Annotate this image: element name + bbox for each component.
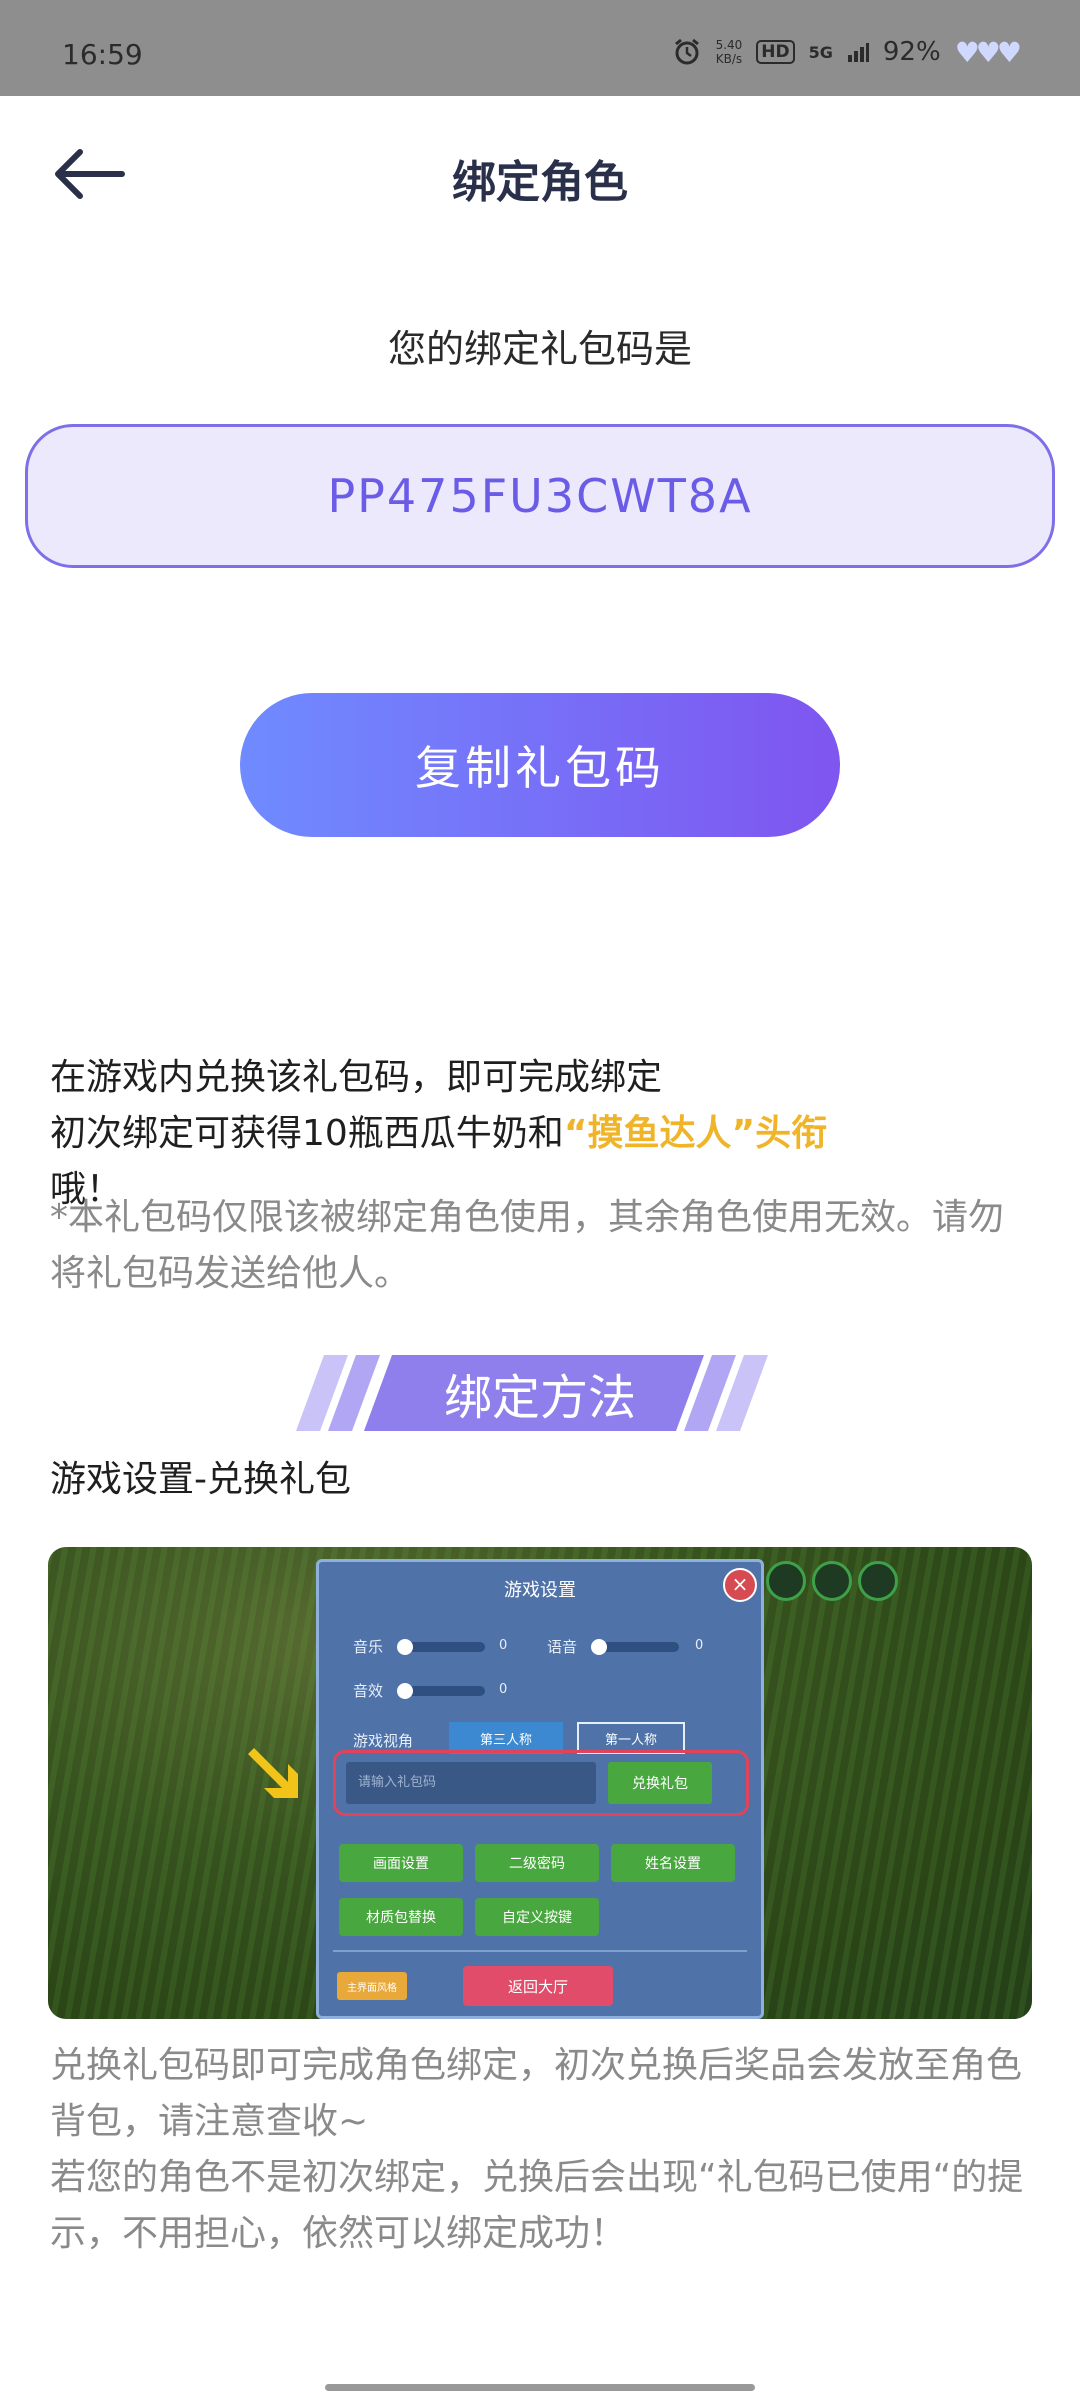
- net-speed: 5.40 KB/s: [715, 38, 743, 66]
- gift-code: PP475FU3CWT8A: [327, 469, 753, 523]
- method-banner-title: 绑定方法: [443, 1370, 636, 1426]
- note-text: *本礼包码仅限该被绑定角色使用，其余角色使用无效。请勿将礼包码发送给他人。: [50, 1197, 1005, 1294]
- title-highlight: “摸鱼达人”头衔: [563, 1113, 828, 1154]
- yellow-arrow-icon: [248, 1748, 298, 1798]
- ui-style-button: 主界面风格: [337, 1972, 407, 2000]
- battery-hearts-icon: ♥♥♥: [954, 35, 1022, 69]
- sfx-slider: [397, 1683, 485, 1699]
- picture-settings-button: 画面设置: [339, 1844, 463, 1882]
- home-indicator[interactable]: [325, 2384, 755, 2391]
- custom-keys-button: 自定义按键: [475, 1898, 599, 1936]
- name-settings-button: 姓名设置: [611, 1844, 735, 1882]
- info-line1: 在游戏内兑换该礼包码，即可完成绑定: [50, 1057, 663, 1098]
- status-bar: 16:59 5.40 KB/s HD 5G 92% ♥♥♥: [0, 0, 1080, 96]
- game-settings-panel: 游戏设置 × 音乐 0 语音 0 音效 0 游戏视角 第三人称 第一人称 请输入…: [316, 1559, 764, 2019]
- description-p2: 若您的角色不是初次绑定，兑换后会出现“礼包码已使用“的提示，不用担心，依然可以绑…: [50, 2157, 1024, 2254]
- music-label: 音乐: [353, 1638, 384, 1656]
- code-label: 您的绑定礼包码是: [387, 327, 692, 371]
- method-banner: 绑定方法: [296, 1355, 784, 1431]
- alarm-icon: [674, 38, 699, 65]
- close-icon: ×: [723, 1568, 757, 1602]
- copy-code-button[interactable]: 复制礼包码: [240, 693, 840, 837]
- description-p1: 兑换礼包码即可完成角色绑定，初次兑换后奖品会发放至角色背包，请注意查收~: [50, 2045, 1023, 2142]
- game-hud-icons: [766, 1561, 898, 1601]
- signal-icon: 5G: [808, 42, 833, 62]
- status-icons: 5.40 KB/s HD 5G 92% ♥♥♥: [672, 34, 1022, 70]
- music-slider: [397, 1639, 485, 1655]
- voice-label: 语音: [547, 1638, 578, 1656]
- gift-code-box: PP475FU3CWT8A: [25, 424, 1055, 568]
- game-screenshot: 游戏设置 × 音乐 0 语音 0 音效 0 游戏视角 第三人称 第一人称 请输入…: [48, 1547, 1032, 2019]
- method-path: 游戏设置-兑换礼包: [50, 1459, 351, 1500]
- view-label: 游戏视角: [353, 1732, 414, 1750]
- texture-pack-button: 材质包替换: [339, 1898, 463, 1936]
- gift-code-input: 请输入礼包码: [346, 1762, 596, 1804]
- back-to-lobby-button: 返回大厅: [463, 1966, 613, 2006]
- description: 兑换礼包码即可完成角色绑定，初次兑换后奖品会发放至角色背包，请注意查收~ 若您的…: [50, 2038, 1040, 2262]
- page-title: 绑定角色: [452, 157, 628, 208]
- redeem-button: 兑换礼包: [608, 1762, 712, 1804]
- info-line2: 初次绑定可获得10瓶西瓜牛奶和“摸鱼达人”头衔: [50, 1113, 828, 1154]
- voice-slider: [591, 1639, 679, 1655]
- status-time: 16:59: [62, 38, 143, 71]
- redeem-highlight: 请输入礼包码 兑换礼包: [333, 1750, 749, 1816]
- header: 绑定角色: [0, 96, 1080, 246]
- signal-bars-icon: [847, 43, 869, 62]
- battery-level: 92%: [882, 37, 941, 67]
- password-button: 二级密码: [475, 1844, 599, 1882]
- copy-code-label: 复制礼包码: [415, 741, 665, 795]
- hd-icon: HD: [756, 40, 795, 64]
- game-settings-title: 游戏设置: [504, 1580, 576, 1601]
- sfx-label: 音效: [353, 1682, 384, 1700]
